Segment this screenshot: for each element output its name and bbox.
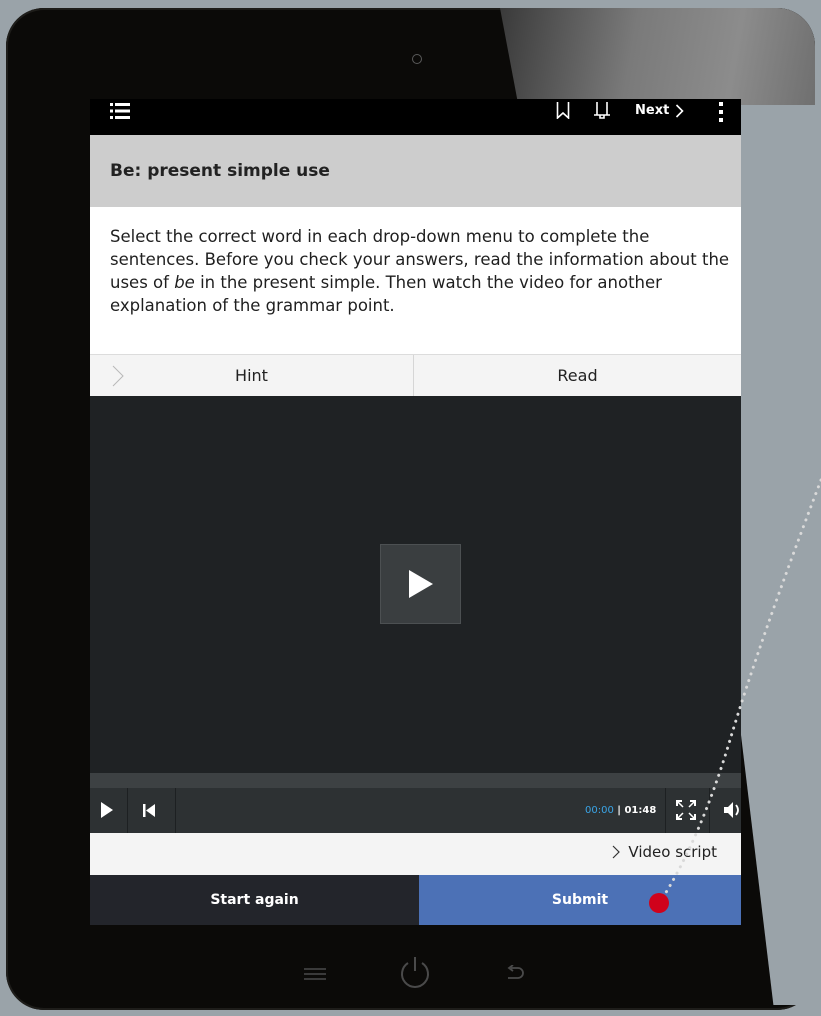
next-button[interactable]: Next [635,99,684,123]
play-icon [408,570,433,598]
current-time: 00:00 [585,805,614,816]
kebab-icon[interactable] [718,102,724,122]
big-play-button[interactable] [380,544,461,624]
hardware-buttons [0,955,821,995]
time-separator: | [613,805,625,816]
video-progress-bar[interactable] [90,773,741,788]
app-screen: Next Be: present simple use Select the c… [90,99,741,925]
divider [709,788,710,833]
divider [127,788,128,833]
duration: 01:48 [624,805,657,816]
menu-list-icon[interactable] [110,101,130,121]
video-controls: 00:00 | 01:48 [90,788,741,833]
bookmark-icon[interactable] [556,101,570,119]
video-script-toggle[interactable]: Video script [612,843,717,861]
hardware-menu-icon[interactable] [304,967,326,981]
instructions-text: Select the correct word in each drop-dow… [110,225,730,317]
tab-read-label: Read [557,366,598,385]
page-title: Be: present simple use [110,161,330,181]
volume-icon[interactable] [723,801,741,819]
camera-icon [412,54,422,64]
back-arrow-icon[interactable] [505,965,525,983]
bell-icon[interactable] [592,100,612,122]
video-player[interactable] [90,396,741,773]
chevron-right-icon [612,845,621,859]
start-again-button[interactable]: Start again [90,875,419,925]
instructions-italic: be [174,273,195,292]
chevron-right-icon [112,365,124,387]
video-script-label: Video script [628,843,717,861]
next-label: Next [635,103,670,118]
hint-read-tabs: Hint Read [90,354,741,396]
chevron-right-icon [676,104,684,118]
tab-hint[interactable]: Hint [90,355,414,396]
screen-glare [500,8,815,113]
video-script-bar: Video script [90,833,741,875]
divider [665,788,666,833]
time-display: 00:00 | 01:48 [585,788,656,833]
tab-hint-label: Hint [235,366,268,385]
power-icon[interactable] [397,955,433,991]
play-icon[interactable] [100,801,114,819]
action-bar: Start again Submit [90,875,741,925]
skip-back-icon[interactable] [142,803,156,818]
divider [175,788,176,833]
tab-read[interactable]: Read [414,355,741,396]
submit-button[interactable]: Submit [419,875,741,925]
fullscreen-icon[interactable] [676,800,696,820]
title-bar: Be: present simple use [90,135,741,207]
top-toolbar: Next [90,99,741,135]
